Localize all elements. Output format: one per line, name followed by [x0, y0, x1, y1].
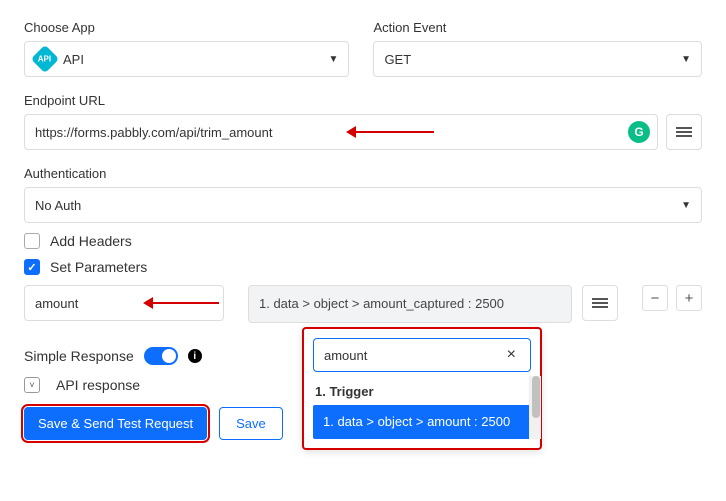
auth-label: Authentication — [24, 166, 702, 181]
variable-group-heading: 1. Trigger — [313, 380, 531, 405]
choose-app-label: Choose App — [24, 20, 349, 35]
endpoint-url-text[interactable] — [35, 125, 623, 140]
set-parameters-checkbox[interactable] — [24, 259, 40, 275]
api-response-disclosure[interactable]: ˅ — [24, 377, 40, 393]
param-value-mapped[interactable]: 1. data > object > amount_captured : 250… — [248, 285, 572, 323]
hamburger-icon — [592, 296, 608, 310]
info-icon[interactable]: i — [188, 349, 202, 363]
hamburger-icon — [676, 125, 692, 139]
api-icon: API — [31, 45, 59, 73]
endpoint-url-wrapper: G — [24, 114, 658, 150]
api-response-label: API response — [56, 377, 140, 393]
add-param-button[interactable]: + — [676, 285, 702, 311]
chevron-down-icon: ▼ — [681, 54, 691, 65]
remove-param-button[interactable]: − — [642, 285, 668, 311]
set-parameters-label: Set Parameters — [50, 259, 147, 275]
endpoint-url-label: Endpoint URL — [24, 93, 702, 108]
param-key-text[interactable] — [35, 296, 213, 311]
grammarly-icon: G — [628, 121, 650, 143]
choose-app-select[interactable]: API API ▼ — [24, 41, 349, 77]
auth-select[interactable]: No Auth ▼ — [24, 187, 702, 223]
action-event-value: GET — [384, 52, 411, 67]
dropdown-scrollbar[interactable] — [529, 376, 541, 439]
save-button[interactable]: Save — [219, 407, 283, 440]
choose-app-value: API — [63, 52, 84, 67]
scrollbar-thumb[interactable] — [532, 376, 540, 418]
action-event-label: Action Event — [373, 20, 702, 35]
endpoint-url-input[interactable] — [24, 114, 658, 150]
simple-response-label: Simple Response — [24, 348, 134, 364]
add-headers-label: Add Headers — [50, 233, 132, 249]
variable-search-text[interactable] — [324, 348, 503, 363]
variable-dropdown: × 1. Trigger 1. data > object > amount :… — [302, 327, 542, 450]
param-menu-button[interactable] — [582, 285, 618, 321]
variable-option-selected[interactable]: 1. data > object > amount : 2500 — [313, 405, 531, 439]
auth-value: No Auth — [35, 198, 81, 213]
variable-search-input[interactable]: × — [313, 338, 531, 372]
simple-response-toggle[interactable] — [144, 347, 178, 365]
action-event-select[interactable]: GET ▼ — [373, 41, 702, 77]
chevron-down-icon: ▼ — [681, 200, 691, 211]
clear-search-button[interactable]: × — [503, 346, 520, 364]
endpoint-menu-button[interactable] — [666, 114, 702, 150]
param-key-input[interactable] — [24, 285, 224, 321]
save-send-test-button[interactable]: Save & Send Test Request — [24, 407, 207, 440]
chevron-down-icon: ▼ — [329, 54, 339, 65]
add-headers-checkbox[interactable] — [24, 233, 40, 249]
